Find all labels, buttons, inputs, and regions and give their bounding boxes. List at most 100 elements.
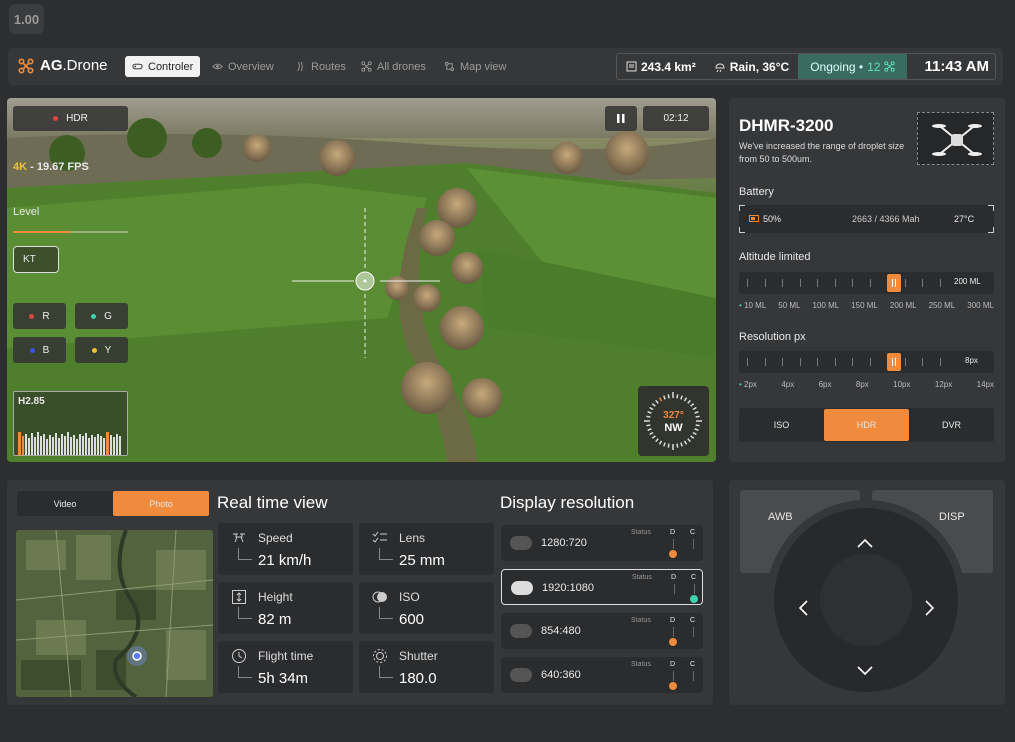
hdr-toggle-button[interactable]: HDR: [13, 106, 128, 131]
resolution-label: 1920:1080: [542, 582, 594, 594]
realtime-view-title: Real time view: [217, 493, 328, 512]
altitude-scale: • 10 ML 50 ML 100 ML 150 ML 200 ML 250 M…: [739, 301, 994, 310]
resolution-toggle[interactable]: [510, 624, 532, 638]
camera-feed[interactable]: HDR 02:12 4K - 19.67 FPS Level KT R G B …: [7, 98, 716, 462]
status-label: Status: [631, 661, 651, 668]
battery-bar: 50% 2663 / 4366 Mah 27°C: [739, 205, 994, 233]
d-label: D: [670, 617, 676, 624]
resolution-slider[interactable]: 8px: [739, 351, 994, 373]
nav-label: Controler: [148, 60, 194, 73]
flight-controller: AWB DISP: [729, 480, 1005, 705]
resolution-option-1280[interactable]: 1280:720 Status D C: [501, 525, 703, 561]
resolution-option-640[interactable]: 640:360 Status D C: [501, 657, 703, 693]
channel-g-button[interactable]: G: [75, 303, 128, 329]
chevron-left-icon[interactable]: [798, 600, 808, 616]
metric-height: Height 82 m: [218, 582, 353, 634]
slider-tick: [834, 358, 836, 366]
resolution-toggle[interactable]: [511, 581, 533, 595]
nav-tab-routes[interactable]: Routes: [288, 56, 353, 77]
telemetry-panel: Video Photo Real time view Display resol…: [7, 480, 713, 705]
nav-label: Routes: [311, 60, 346, 73]
metric-label: Height: [258, 590, 293, 604]
scale-label: • 2px: [739, 380, 757, 389]
resolution-slider-handle[interactable]: [887, 353, 901, 371]
tab-video[interactable]: Video: [17, 491, 113, 516]
channel-r-button[interactable]: R: [13, 303, 66, 329]
chevron-down-icon[interactable]: [857, 666, 873, 676]
compass-tick: [680, 395, 683, 400]
scale-label: 12px: [934, 380, 953, 389]
route-icon: [297, 61, 303, 72]
mode-selector: ISO HDR DVR: [739, 408, 994, 442]
tab-photo[interactable]: Photo: [113, 491, 209, 516]
channel-label: R: [42, 310, 50, 322]
metric-value: 21 km/h: [258, 552, 312, 569]
kt-button[interactable]: KT: [13, 246, 59, 273]
resolution-option-1920[interactable]: 1920:1080 Status D C: [501, 569, 703, 605]
compass-dial: [644, 392, 702, 450]
battery-label: Battery: [739, 186, 774, 198]
brand-logo[interactable]: AG.Drone: [18, 57, 108, 74]
zoom-level: 1.00: [9, 4, 44, 34]
brand-name-rest: .Drone: [62, 57, 108, 74]
channel-b-button[interactable]: B: [13, 337, 66, 363]
mode-hdr-button[interactable]: HDR: [824, 409, 909, 441]
scale-label: 50 ML: [778, 301, 801, 310]
chevron-right-icon[interactable]: [925, 600, 935, 616]
mode-iso-button[interactable]: ISO: [739, 408, 824, 442]
resolution-toggle[interactable]: [510, 536, 532, 550]
nav-tab-overview[interactable]: Overview: [205, 56, 281, 77]
map-icon: [444, 61, 455, 72]
scale-label: 150 ML: [851, 301, 878, 310]
metric-value: 25 mm: [399, 552, 445, 569]
resolution-scale: • 2px 4px 6px 8px 10px 12px 14px: [739, 380, 994, 389]
resolution-option-854[interactable]: 854:480 Status D C: [501, 613, 703, 649]
channel-dot: [29, 313, 35, 319]
altitude-value: 200 ML: [954, 277, 981, 286]
compass-tick: [651, 435, 656, 439]
channel-dot: [29, 347, 35, 353]
resolution-toggle[interactable]: [510, 668, 532, 682]
compass-widget: 327° NW: [638, 386, 709, 456]
pause-button[interactable]: [605, 106, 637, 131]
chevron-up-icon[interactable]: [857, 538, 873, 548]
satellite-map-image: [16, 530, 213, 697]
compass-tick: [655, 438, 659, 443]
compass-direction: NW: [664, 422, 683, 434]
metric-value: 82 m: [258, 611, 292, 628]
altitude-slider-handle[interactable]: [887, 274, 901, 292]
nav-tab-all-drones[interactable]: All drones: [354, 56, 433, 77]
scale-label: 8px: [855, 380, 869, 389]
compass-tick: [680, 442, 683, 447]
level-slider[interactable]: [13, 231, 128, 233]
slider-tick: [904, 279, 906, 287]
compass-tick: [690, 435, 695, 439]
area-stat: 243.4 km²: [617, 54, 705, 79]
compass-tick: [651, 403, 656, 407]
histogram: H2.85: [13, 391, 128, 456]
compass-tick: [687, 399, 691, 404]
nav-tab-map-view[interactable]: Map view: [437, 56, 513, 77]
display-resolution-title: Display resolution: [500, 493, 635, 512]
hdr-label: HDR: [66, 113, 88, 124]
channel-label: Y: [104, 344, 112, 356]
metric-label: ISO: [399, 590, 420, 604]
status-label: Status: [632, 574, 652, 581]
compass-tick: [663, 395, 666, 400]
minimap[interactable]: [16, 530, 213, 697]
scale-label: 6px: [818, 380, 832, 389]
compass-tick: [658, 397, 663, 402]
scale-label: 4px: [781, 380, 795, 389]
nav-tab-controler[interactable]: Controler: [125, 56, 201, 77]
metric-flight-time: Flight time 5h 34m: [218, 641, 353, 693]
slider-tick: [922, 279, 923, 287]
level-fill: [13, 231, 71, 233]
altitude-slider[interactable]: 200 ML: [739, 272, 994, 294]
slider-tick: [799, 279, 801, 287]
ongoing-status[interactable]: Ongoing • 12: [798, 54, 908, 79]
dpad-center-button[interactable]: [820, 554, 912, 646]
mode-dvr-button[interactable]: DVR: [909, 408, 994, 442]
compass-tick: [683, 440, 688, 445]
drone-image-icon: [932, 124, 982, 156]
channel-y-button[interactable]: Y: [75, 337, 128, 363]
